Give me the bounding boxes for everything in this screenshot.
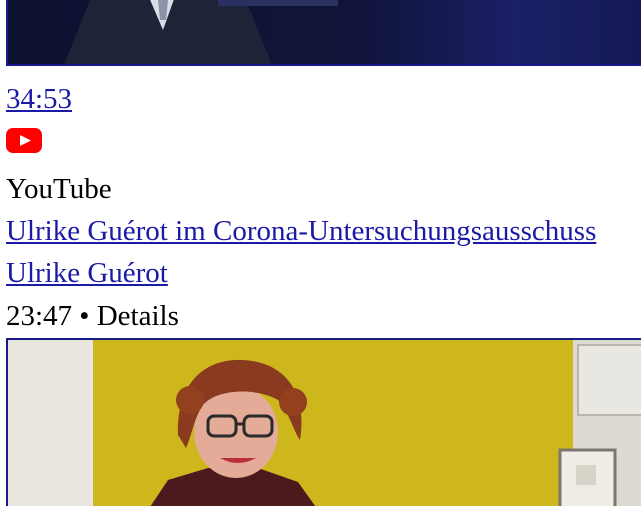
video-title-link[interactable]: Ulrike Guérot im Corona-Untersuchungsaus…: [6, 214, 596, 248]
video-thumbnail[interactable]: [6, 338, 641, 506]
video-duration-link[interactable]: 34:53: [6, 82, 72, 116]
thumbnail-image: [8, 340, 641, 506]
search-results-page: 34:53 YouTube Ulrike Guérot im Corona-Un…: [0, 0, 641, 506]
channel-link[interactable]: Ulrike Guérot: [6, 256, 168, 290]
video-meta: 23:47 • Details: [6, 300, 179, 332]
thumbnail-person-image: [64, 0, 338, 64]
video-thumbnail-previous[interactable]: [6, 0, 641, 66]
source-name: YouTube: [6, 173, 112, 205]
youtube-icon: [6, 128, 42, 153]
